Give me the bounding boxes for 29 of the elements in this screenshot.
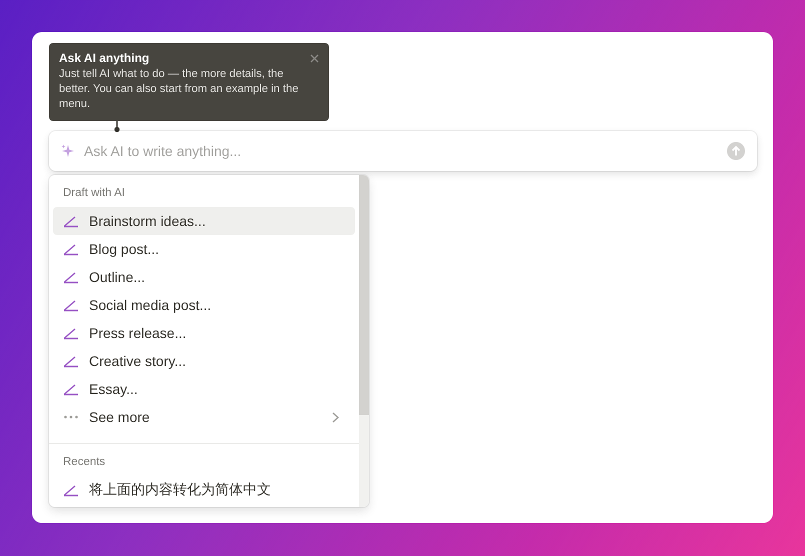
chevron-right-icon	[332, 412, 339, 422]
close-icon[interactable]	[310, 54, 319, 62]
tooltip-title: Ask AI anything	[59, 51, 150, 65]
tooltip-text: Just tell AI what to do — the more details, the better. You can also start from an example in the menu.	[59, 67, 300, 112]
more-icon	[63, 415, 79, 419]
pen-icon	[63, 354, 79, 368]
pen-icon	[63, 298, 79, 312]
scrollbar-thumb[interactable]	[359, 175, 369, 415]
menu-item[interactable]: Blog post...	[53, 235, 355, 263]
menu-item[interactable]: Creative story...	[53, 347, 355, 375]
connector-pointer	[114, 121, 120, 133]
pen-icon	[63, 270, 79, 284]
menu-item[interactable]: Outline...	[53, 263, 355, 291]
send-icon[interactable]	[727, 142, 745, 160]
section-heading: Recents	[62, 455, 106, 470]
pen-icon	[63, 242, 79, 256]
section-heading: Draft with AI	[62, 186, 126, 201]
prompt-field[interactable]: Ask AI to write anything...	[82, 142, 720, 160]
pen-icon	[63, 483, 79, 497]
menu-item[interactable]: Essay...	[53, 375, 355, 403]
pen-icon	[63, 214, 79, 228]
menu-item[interactable]: Brainstorm ideas...	[53, 207, 355, 235]
pen-icon	[63, 382, 79, 396]
pen-icon	[63, 326, 79, 340]
menu-item[interactable]: See more	[53, 403, 355, 431]
menu-item[interactable]: Social media post...	[53, 291, 355, 319]
menu-item[interactable]: 将上面的内容转化为简体中文	[53, 476, 355, 504]
menu-item[interactable]: Press release...	[53, 319, 355, 347]
sparkle-icon	[61, 144, 75, 158]
